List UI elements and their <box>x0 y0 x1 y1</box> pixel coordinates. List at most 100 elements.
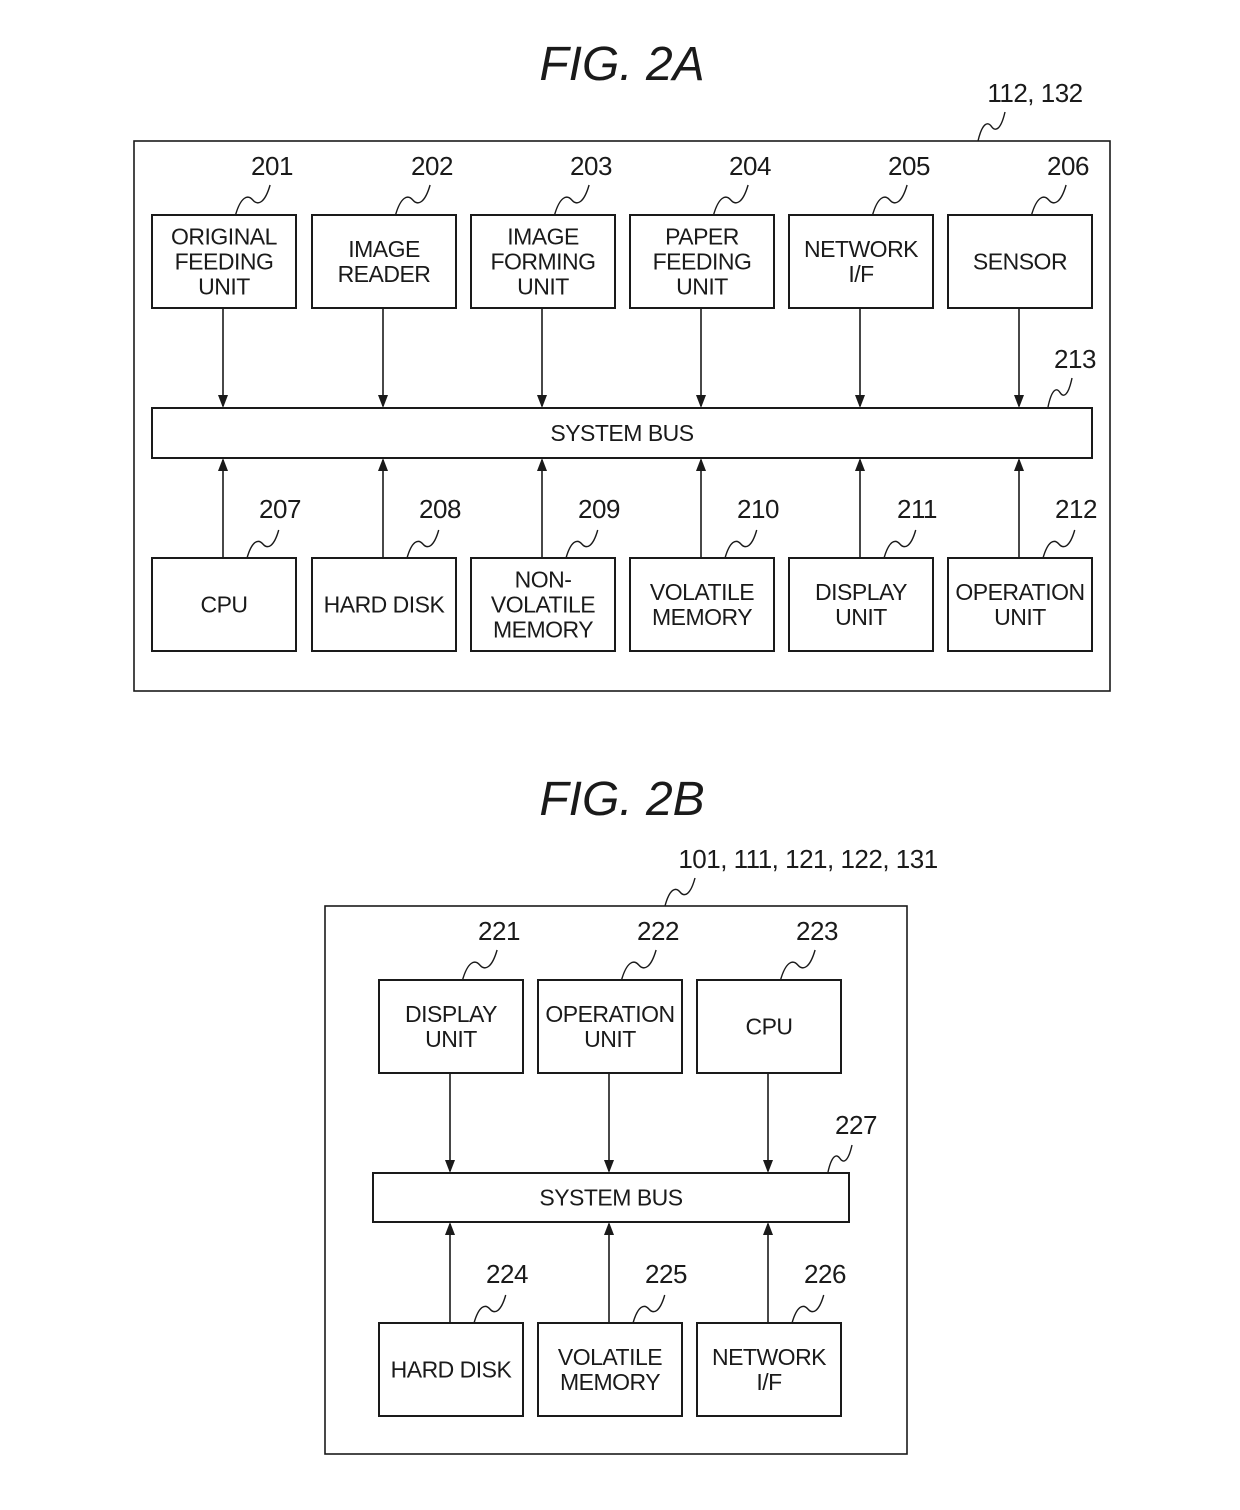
unit-ref-leader <box>565 529 599 559</box>
unit-210-label-line: VOLATILE <box>650 579 754 605</box>
unit-226-label-line: I/F <box>756 1369 782 1395</box>
arrow-up-icon <box>218 458 228 471</box>
arrow-up-icon <box>537 458 547 471</box>
unit-ref-leader <box>712 184 749 216</box>
unit-ref-number: 204 <box>729 151 771 181</box>
arrow-down-icon <box>696 395 706 408</box>
unit-ref-number: 208 <box>419 494 461 524</box>
unit-226-label-line: NETWORK <box>712 1344 827 1370</box>
unit-203: IMAGEFORMINGUNIT 203 <box>470 151 616 408</box>
unit-210: VOLATILEMEMORY 210 <box>629 458 779 652</box>
unit-ref-number: 212 <box>1055 494 1097 524</box>
unit-ref-leader <box>246 529 280 559</box>
unit-ref-leader <box>473 1294 507 1324</box>
unit-ref-leader <box>620 949 657 981</box>
unit-223: CPU 223 <box>696 916 842 1173</box>
unit-ref-leader <box>791 1294 825 1324</box>
device-ref-leader <box>664 877 696 907</box>
unit-208-label-line: HARD DISK <box>324 592 446 618</box>
unit-ref-number: 224 <box>486 1259 528 1289</box>
unit-201-label-line: ORIGINAL <box>171 224 278 250</box>
system-bus-ref-leader <box>1047 377 1073 408</box>
unit-ref-number: 206 <box>1047 151 1089 181</box>
unit-209-label-line: MEMORY <box>493 617 593 643</box>
unit-ref-number: 203 <box>570 151 612 181</box>
unit-225-label-line: MEMORY <box>560 1369 660 1395</box>
unit-225-label-line: VOLATILE <box>558 1344 662 1370</box>
unit-224-label-line: HARD DISK <box>391 1357 513 1383</box>
unit-ref-number: 222 <box>637 916 679 946</box>
unit-ref-number: 223 <box>796 916 838 946</box>
figure-title: FIG. 2A <box>539 38 704 91</box>
figure-2b: FIG. 2B 101, 111, 121, 122, 131 SYSTEM BUS… <box>324 773 938 1455</box>
arrow-up-icon <box>763 1222 773 1235</box>
unit-203-label-line: FORMING <box>490 249 595 275</box>
unit-ref-leader <box>1042 529 1076 559</box>
unit-204: PAPERFEEDINGUNIT 204 <box>629 151 775 408</box>
unit-ref-leader <box>394 184 431 216</box>
unit-ref-number: 226 <box>804 1259 846 1289</box>
block-diagram: FIG. 2A112, 132SYSTEM BUS213ORIGINALFEED… <box>133 38 1111 1455</box>
system-bus-ref-number: 213 <box>1054 344 1096 374</box>
unit-205-label-line: I/F <box>848 261 874 287</box>
unit-ref-leader <box>779 949 816 981</box>
unit-ref-leader <box>234 184 271 216</box>
system-bus-label: SYSTEM BUS <box>539 1185 682 1211</box>
unit-ref-number: 207 <box>259 494 301 524</box>
unit-ref-number: 205 <box>888 151 930 181</box>
unit-221-label-line: DISPLAY <box>405 1001 497 1027</box>
unit-203-label-line: IMAGE <box>507 224 579 250</box>
unit-207-label-line: CPU <box>200 592 247 618</box>
unit-221: DISPLAYUNIT 221 <box>378 916 524 1173</box>
unit-204-label-line: UNIT <box>676 274 728 300</box>
unit-204-label-line: FEEDING <box>653 249 752 275</box>
unit-ref-number: 225 <box>645 1259 687 1289</box>
unit-225: VOLATILEMEMORY 225 <box>537 1222 687 1417</box>
unit-212-label-line: OPERATION <box>955 579 1084 605</box>
unit-206-label-line: SENSOR <box>973 249 1067 275</box>
unit-209-label-line: NON- <box>515 567 572 593</box>
unit-212: OPERATIONUNIT 212 <box>947 458 1097 652</box>
arrow-up-icon <box>696 458 706 471</box>
unit-ref-leader <box>724 529 758 559</box>
device-ref-number: 101, 111, 121, 122, 131 <box>678 844 937 874</box>
unit-222-label-line: OPERATION <box>545 1001 674 1027</box>
arrow-down-icon <box>378 395 388 408</box>
arrow-down-icon <box>218 395 228 408</box>
unit-211: DISPLAYUNIT 211 <box>788 458 938 652</box>
unit-201-label-line: FEEDING <box>175 249 274 275</box>
unit-ref-leader <box>883 529 917 559</box>
unit-201: ORIGINALFEEDINGUNIT 201 <box>151 151 297 408</box>
unit-222: OPERATIONUNIT 222 <box>537 916 683 1173</box>
arrow-down-icon <box>855 395 865 408</box>
unit-202-label-line: IMAGE <box>348 236 420 262</box>
unit-ref-leader <box>1030 184 1067 216</box>
unit-203-label-line: UNIT <box>517 274 569 300</box>
arrow-down-icon <box>1014 395 1024 408</box>
figure-2a: FIG. 2A112, 132SYSTEM BUS213ORIGINALFEED… <box>133 38 1111 692</box>
unit-212-label-line: UNIT <box>994 604 1046 630</box>
system-bus-ref-leader <box>827 1144 853 1173</box>
unit-ref-number: 201 <box>251 151 293 181</box>
unit-ref-number: 211 <box>897 494 937 524</box>
unit-202: IMAGEREADER 202 <box>311 151 457 408</box>
arrow-up-icon <box>445 1222 455 1235</box>
unit-211-label-line: UNIT <box>835 604 887 630</box>
unit-ref-number: 221 <box>478 916 520 946</box>
device-ref-leader <box>977 111 1006 142</box>
figure-title: FIG. 2B <box>539 773 704 826</box>
unit-ref-number: 202 <box>411 151 453 181</box>
arrow-up-icon <box>604 1222 614 1235</box>
unit-226: NETWORKI/F 226 <box>696 1222 846 1417</box>
unit-222-label-line: UNIT <box>584 1026 636 1052</box>
unit-ref-number: 210 <box>737 494 779 524</box>
unit-209: NON-VOLATILEMEMORY 209 <box>470 458 620 652</box>
unit-202-label-line: READER <box>338 261 431 287</box>
unit-ref-leader <box>461 949 498 981</box>
system-bus-ref-number: 227 <box>835 1110 877 1140</box>
unit-223-label-line: CPU <box>745 1014 792 1040</box>
unit-208: HARD DISK 208 <box>311 458 461 652</box>
arrow-down-icon <box>763 1160 773 1173</box>
unit-204-label-line: PAPER <box>665 224 739 250</box>
unit-205: NETWORKI/F 205 <box>788 151 934 408</box>
